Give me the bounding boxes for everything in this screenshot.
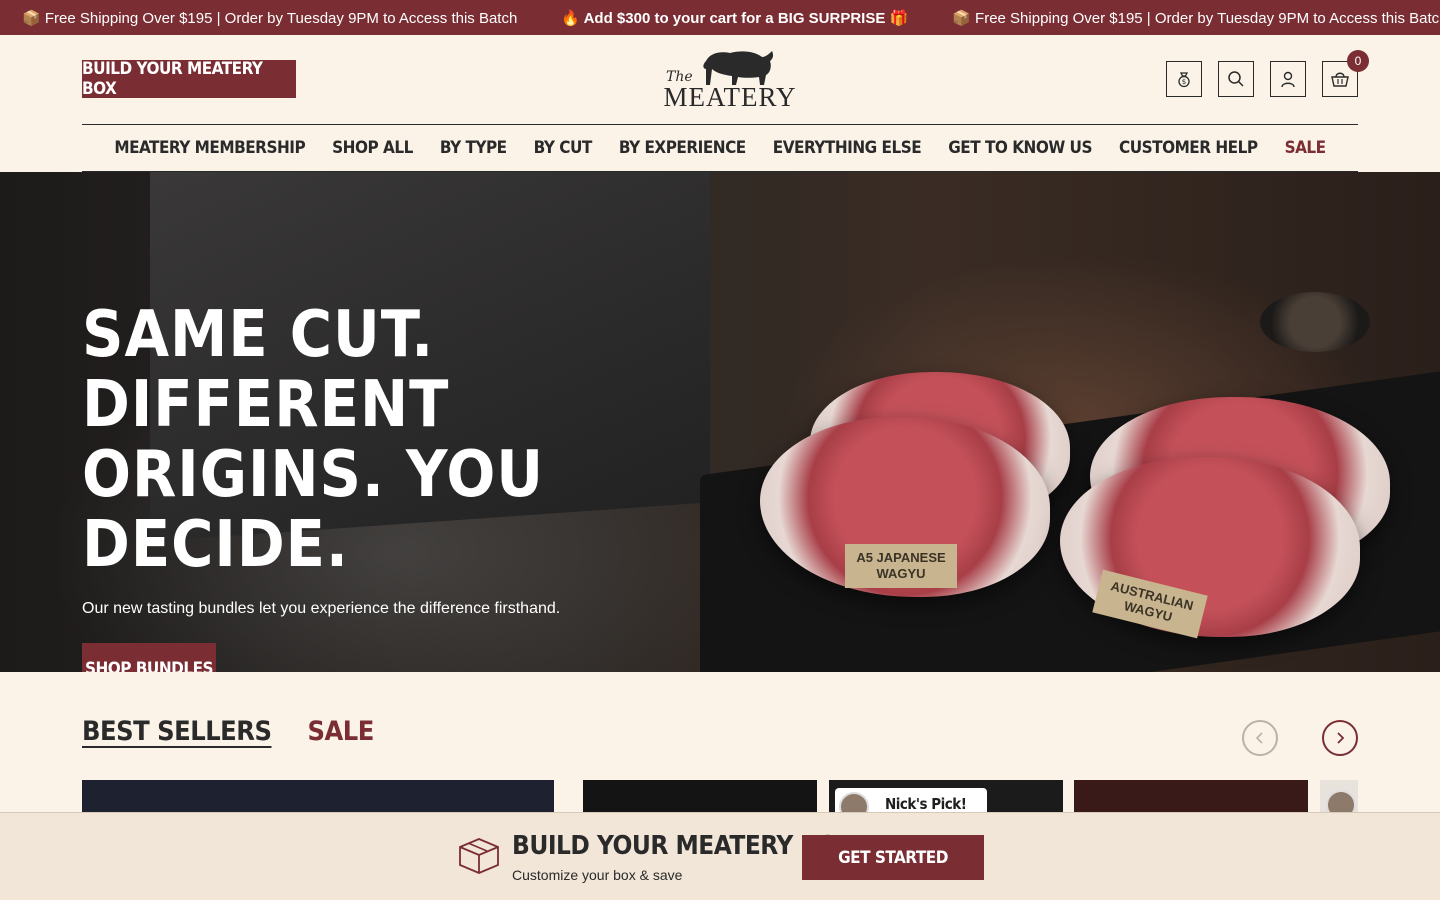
site-logo[interactable]: The MEATERY xyxy=(658,47,802,113)
rewards-button[interactable]: $ xyxy=(1166,61,1202,97)
sticky-build-box-bar: BUILD YOUR MEATERY BOX Customize your bo… xyxy=(0,812,1440,900)
nav-item-membership[interactable]: MEATERY MEMBERSHIP xyxy=(114,138,305,158)
hero-peppercorn-bowl xyxy=(1260,292,1370,352)
cart-count-badge: 0 xyxy=(1347,50,1369,72)
basket-icon xyxy=(1331,72,1349,87)
get-started-button[interactable]: GET STARTED xyxy=(802,835,984,880)
nav-item-by-cut[interactable]: BY CUT xyxy=(534,138,593,158)
announcement-item[interactable]: 📦 Free Shipping Over $195 | Order by Tue… xyxy=(952,9,1440,27)
hero-subtitle: Our new tasting bundles let you experien… xyxy=(82,600,561,617)
money-bag-icon: $ xyxy=(1178,72,1190,88)
box-icon xyxy=(459,838,499,874)
nav-item-everything-else[interactable]: EVERYTHING ELSE xyxy=(773,138,922,158)
announcement-bar: 📦 Free Shipping Over $195 | Order by Tue… xyxy=(0,0,1440,35)
cart-button[interactable]: 0 xyxy=(1322,50,1369,97)
carousel-next-button[interactable] xyxy=(1322,720,1358,756)
chevron-left-icon xyxy=(1255,732,1263,744)
announcement-item[interactable]: 📦 Free Shipping Over $195 | Order by Tue… xyxy=(22,9,517,27)
chevron-right-icon xyxy=(1337,732,1345,744)
nav-item-shop-all[interactable]: SHOP ALL xyxy=(332,138,413,158)
build-box-button[interactable]: BUILD YOUR MEATERY BOX xyxy=(82,59,296,99)
product-tabs: BEST SELLERS SALE xyxy=(82,716,374,747)
nav-item-by-experience[interactable]: BY EXPERIENCE xyxy=(619,138,746,158)
hero-title: SAME CUT. DIFFERENT ORIGINS. YOU DECIDE. xyxy=(82,298,544,582)
nav-item-customer-help[interactable]: CUSTOMER HELP xyxy=(1119,138,1258,158)
hero-text-block: SAME CUT. DIFFERENT ORIGINS. YOU DECIDE.… xyxy=(82,300,642,672)
svg-text:$: $ xyxy=(1182,78,1186,86)
hero-banner: A5 JAPANESE WAGYU AUSTRALIAN WAGYU SAME … xyxy=(0,172,1440,672)
account-button[interactable] xyxy=(1270,61,1306,97)
search-button[interactable] xyxy=(1218,61,1254,97)
logo-wordmark: MEATERY xyxy=(663,82,797,112)
shop-bundles-button[interactable]: SHOP BUNDLES xyxy=(82,643,216,672)
announcement-item[interactable]: 🔥 Add $300 to your cart for a BIG SURPRI… xyxy=(561,9,908,27)
nav-item-sale[interactable]: SALE xyxy=(1285,138,1327,158)
main-nav: MEATERY MEMBERSHIP SHOP ALL BY TYPE BY C… xyxy=(82,125,1358,172)
search-icon xyxy=(1228,71,1244,87)
header-icons: $ 0 xyxy=(1166,50,1369,97)
tab-best-sellers[interactable]: BEST SELLERS xyxy=(82,716,272,747)
nav-item-get-to-know-us[interactable]: GET TO KNOW US xyxy=(948,138,1092,158)
nav-item-by-type[interactable]: BY TYPE xyxy=(440,138,507,158)
carousel-prev-button[interactable] xyxy=(1242,720,1278,756)
user-icon xyxy=(1281,71,1295,88)
hero-tag-a5: A5 JAPANESE WAGYU xyxy=(845,544,957,588)
tab-sale[interactable]: SALE xyxy=(307,716,374,747)
sticky-subtitle: Customize your box & save xyxy=(512,867,683,883)
site-header: BUILD YOUR MEATERY BOX The MEATERY $ 0 xyxy=(82,35,1369,125)
